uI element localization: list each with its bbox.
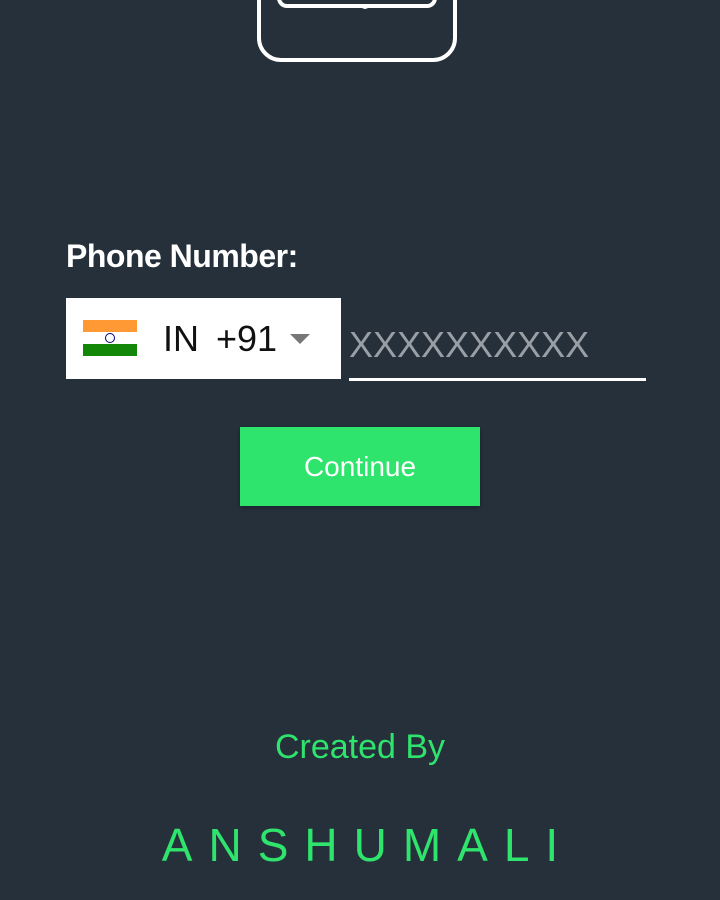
created-by-label: Created By <box>274 728 446 766</box>
phone-notch <box>360 4 370 9</box>
country-code: IN <box>163 318 199 359</box>
country-code-picker[interactable]: IN +91 <box>66 298 341 379</box>
continue-button[interactable]: Continue <box>240 427 480 506</box>
caret-down-icon[interactable] <box>290 334 310 344</box>
phone-number-label: Phone Number: <box>66 238 298 274</box>
phone-icon <box>257 0 457 62</box>
india-flag-icon <box>83 320 137 356</box>
dial-code: +91 <box>216 318 278 359</box>
phone-number-input[interactable] <box>349 312 646 381</box>
author-name: ANSHUMALI <box>161 819 575 871</box>
phone-screen-outline <box>277 0 437 8</box>
